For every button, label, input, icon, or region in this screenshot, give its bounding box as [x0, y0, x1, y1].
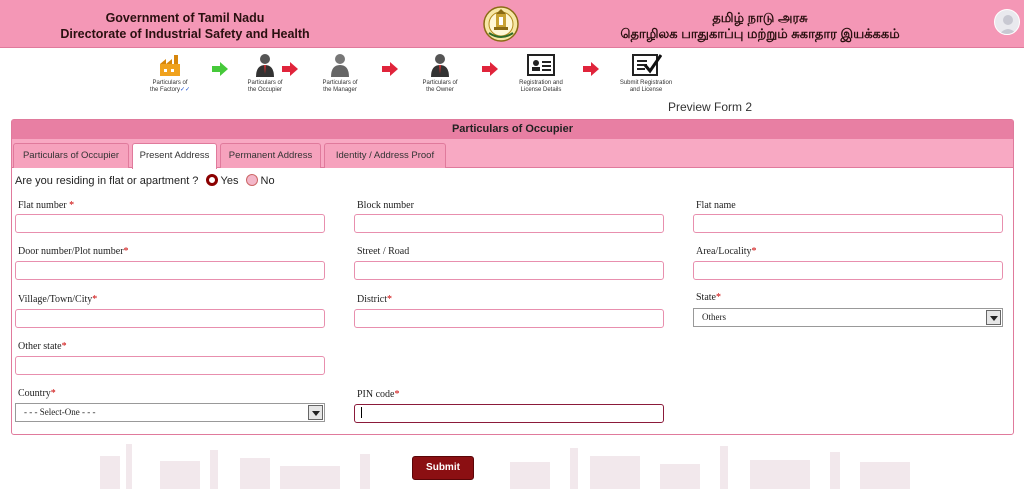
- owner-person-icon: [431, 54, 449, 77]
- arrow-right-red-icon: [282, 62, 298, 76]
- checklist-icon: [632, 54, 662, 76]
- step-label-line1: Particulars of: [152, 80, 188, 86]
- step-registration[interactable]: Registration and License Details: [508, 52, 574, 94]
- tab-identity-address-proof[interactable]: Identity / Address Proof: [324, 143, 446, 168]
- step-label-line1: Particulars of: [322, 80, 358, 86]
- country-label: Country*: [18, 388, 56, 399]
- block-number-input[interactable]: [354, 214, 664, 233]
- step-label-line2: the Factory✓✓: [149, 87, 191, 93]
- manager-person-icon: [331, 54, 349, 77]
- radio-no-label: No: [260, 175, 275, 187]
- door-number-label: Door number/Plot number*: [18, 246, 129, 257]
- step-label-line2: the Occupier: [247, 87, 283, 93]
- text-caret: [361, 407, 362, 418]
- state-selected-value: Others: [702, 312, 726, 322]
- step-label-line2: License Details: [520, 87, 562, 93]
- step-owner[interactable]: Particulars of the Owner: [411, 52, 469, 94]
- occupier-person-icon: [256, 54, 274, 77]
- area-label: Area/Locality*: [696, 246, 757, 257]
- header-english-title: Government of Tamil Nadu Directorate of …: [60, 10, 310, 42]
- pin-code-input[interactable]: [354, 404, 664, 423]
- area-input[interactable]: [693, 261, 1003, 280]
- street-label: Street / Road: [357, 246, 410, 257]
- step-factory[interactable]: Particulars of the Factory✓✓: [141, 52, 199, 94]
- header-tamil-title: தமிழ் நாடு அரசு தொழிலக பாதுகாப்பு மற்றும…: [590, 10, 930, 42]
- state-label: State*: [696, 292, 721, 303]
- state-select[interactable]: Others: [693, 308, 1003, 327]
- step-manager[interactable]: Particulars of the Manager: [311, 52, 369, 94]
- arrow-right-red-icon: [482, 62, 498, 76]
- radio-yes-label: Yes: [220, 175, 239, 187]
- arrow-right-green-icon: [212, 62, 228, 76]
- step-label-line2: the Owner: [426, 87, 454, 93]
- site-header: Government of Tamil Nadu Directorate of …: [0, 0, 1024, 48]
- chevron-down-icon[interactable]: [308, 405, 323, 420]
- other-state-label: Other state*: [18, 341, 67, 352]
- street-input[interactable]: [354, 261, 664, 280]
- chevron-down-icon[interactable]: [986, 310, 1001, 325]
- step-label-line2: and License: [629, 87, 663, 93]
- tab-permanent-address[interactable]: Permanent Address: [220, 143, 321, 168]
- district-label: District*: [357, 294, 392, 305]
- tab-particulars-of-occupier[interactable]: Particulars of Occupier: [13, 143, 129, 168]
- step-label-line1: Particulars of: [247, 80, 283, 86]
- submit-button[interactable]: Submit: [412, 456, 474, 480]
- country-select[interactable]: - - - Select-One - - -: [15, 403, 325, 422]
- preview-form-label: Preview Form 2: [668, 100, 753, 114]
- block-number-label: Block number: [357, 200, 414, 211]
- panel-title: Particulars of Occupier: [12, 120, 1013, 139]
- arrow-right-red-icon: [583, 62, 599, 76]
- flat-name-label: Flat name: [696, 200, 736, 211]
- village-label: Village/Town/City*: [18, 294, 98, 305]
- arrow-right-red-icon: [382, 62, 398, 76]
- step-label-line1: Registration and: [519, 80, 563, 86]
- header-tamil-directorate-name: தொழிலக பாதுகாப்பு மற்றும் சுகாதார இயக்கக…: [620, 26, 900, 41]
- factory-icon: [160, 55, 180, 76]
- district-input[interactable]: [354, 309, 664, 328]
- radio-no[interactable]: [245, 174, 258, 186]
- header-gov-name: Government of Tamil Nadu: [105, 11, 265, 25]
- tab-bar: Particulars of Occupier Present Address …: [12, 139, 1013, 169]
- tab-present-address[interactable]: Present Address: [132, 143, 217, 169]
- step-label-line1: Particulars of: [422, 80, 458, 86]
- header-tamil-gov-name: தமிழ் நாடு அரசு: [712, 10, 808, 25]
- pin-code-label: PIN code*: [357, 389, 400, 400]
- tamil-nadu-emblem-icon: [483, 6, 519, 42]
- step-submit[interactable]: Submit Registration and License: [608, 52, 684, 94]
- user-avatar-icon[interactable]: [994, 9, 1020, 35]
- country-selected-value: - - - Select-One - - -: [24, 407, 96, 417]
- flat-number-input[interactable]: [15, 214, 325, 233]
- other-state-input[interactable]: [15, 356, 325, 375]
- flat-question-text: Are you residing in flat or apartment ?: [15, 175, 199, 187]
- radio-yes[interactable]: [205, 174, 218, 186]
- header-directorate-name: Directorate of Industrial Safety and Hea…: [60, 27, 310, 41]
- industrial-background-image: [100, 444, 910, 489]
- door-number-input[interactable]: [15, 261, 325, 280]
- village-input[interactable]: [15, 309, 325, 328]
- id-card-icon: [527, 54, 555, 76]
- step-label-line2: the Manager: [323, 87, 357, 93]
- flat-question: Are you residing in flat or apartment ? …: [15, 174, 275, 187]
- flat-name-input[interactable]: [693, 214, 1003, 233]
- completed-check-icon: ✓✓: [179, 87, 191, 93]
- step-label-line1: Submit Registration: [619, 80, 673, 86]
- flat-number-label: Flat number *: [18, 200, 75, 211]
